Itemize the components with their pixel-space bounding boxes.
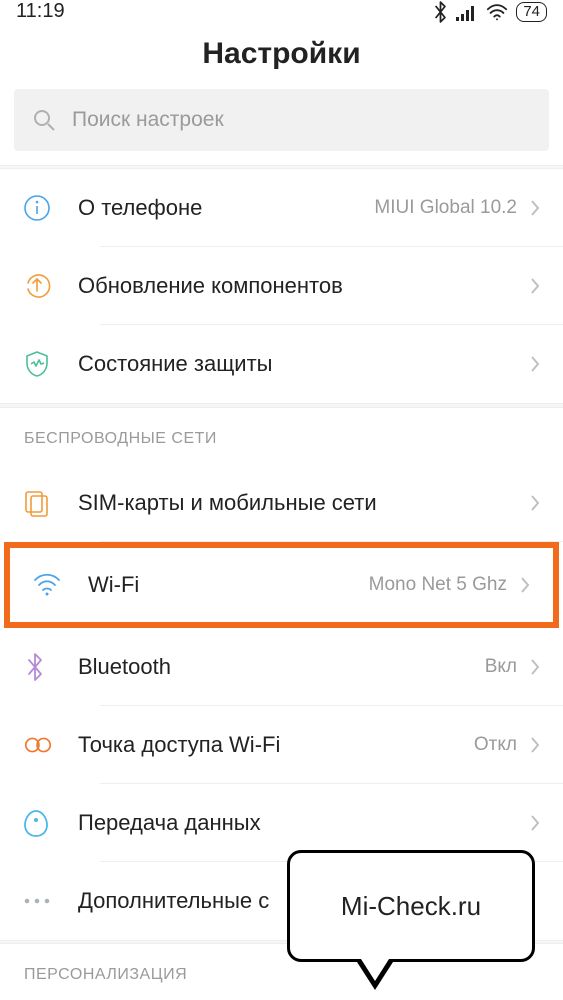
row-label: SIM-карты и мобильные сети [78,490,529,516]
row-label: Wi-Fi [88,572,369,598]
status-bar: 11:19 74 [0,0,563,23]
battery-indicator: 74 [516,2,547,22]
search-input[interactable]: Поиск настроек [14,89,549,151]
update-icon [22,271,78,301]
chevron-right-icon [529,493,541,513]
row-label: Обновление компонентов [78,273,529,299]
row-security[interactable]: Состояние защиты [0,325,563,403]
info-icon [22,193,78,223]
signal-icon [456,3,478,21]
chevron-right-icon [529,354,541,374]
row-bluetooth[interactable]: Bluetooth Вкл [0,628,563,706]
status-icons: 74 [433,1,547,23]
chevron-right-icon [529,276,541,296]
row-label: Передача данных [78,810,529,836]
chevron-right-icon [519,575,531,595]
ellipsis-icon [22,896,78,906]
chevron-right-icon [529,813,541,833]
row-update[interactable]: Обновление компонентов [0,247,563,325]
wifi-icon [32,572,88,598]
shield-icon [22,349,78,379]
chevron-right-icon [529,735,541,755]
row-value: Вкл [485,656,517,678]
row-value: Откл [474,734,517,756]
row-value: MIUI Global 10.2 [374,197,517,219]
row-hotspot[interactable]: Точка доступа Wi-Fi Откл [0,706,563,784]
top-list: О телефоне MIUI Global 10.2 Обновление к… [0,169,563,403]
section-header-wireless: БЕСПРОВОДНЫЕ СЕТИ [0,408,563,464]
row-about[interactable]: О телефоне MIUI Global 10.2 [0,169,563,247]
chevron-right-icon [529,198,541,218]
row-label: Состояние защиты [78,351,529,377]
row-label: Bluetooth [78,654,485,680]
row-wifi[interactable]: Wi-Fi Mono Net 5 Ghz [4,542,559,628]
callout-tail [357,962,393,990]
chevron-right-icon [529,657,541,677]
row-label: О телефоне [78,195,374,221]
search-container: Поиск настроек [0,89,563,165]
search-icon [32,108,56,132]
page-title: Настройки [0,23,563,89]
sim-icon [22,488,78,518]
callout-watermark: Mi-Check.ru [287,850,535,1000]
row-value: Mono Net 5 Ghz [369,574,507,596]
status-time: 11:19 [16,0,65,23]
callout-text: Mi-Check.ru [287,850,535,962]
row-label: Точка доступа Wi-Fi [78,732,474,758]
search-placeholder: Поиск настроек [72,108,224,132]
bluetooth-icon [22,652,78,682]
wifi-icon [486,3,508,21]
data-icon [22,808,78,838]
row-sim[interactable]: SIM-карты и мобильные сети [0,464,563,542]
hotspot-icon [22,731,78,759]
bluetooth-icon [433,1,448,23]
